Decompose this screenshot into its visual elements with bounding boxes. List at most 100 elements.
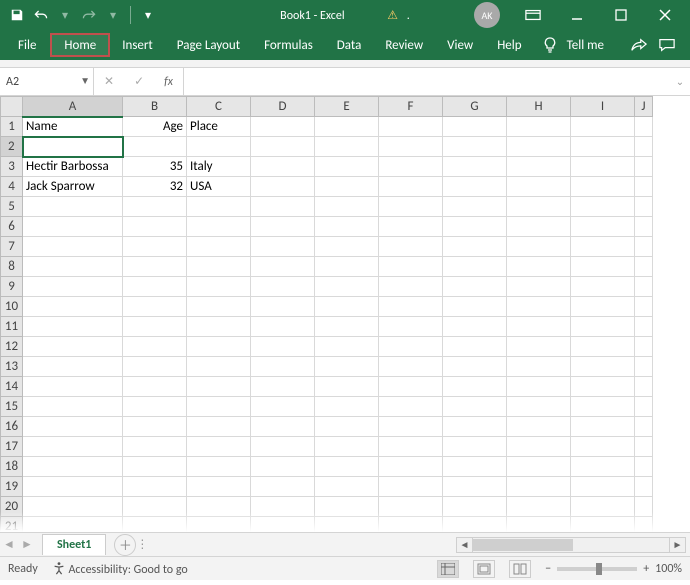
cell[interactable]	[251, 197, 315, 217]
cell[interactable]	[23, 237, 123, 257]
cell[interactable]	[635, 457, 653, 477]
user-avatar[interactable]: AK	[474, 2, 500, 28]
cell[interactable]	[123, 317, 187, 337]
cell[interactable]	[571, 517, 635, 533]
cell[interactable]	[443, 437, 507, 457]
cell[interactable]	[379, 377, 443, 397]
row-header[interactable]: 3	[1, 157, 23, 177]
cell[interactable]	[571, 237, 635, 257]
view-page-break-icon[interactable]	[509, 560, 531, 578]
undo-icon[interactable]	[30, 4, 52, 26]
cell[interactable]	[187, 457, 251, 477]
cell[interactable]	[507, 157, 571, 177]
row-header[interactable]: 16	[1, 417, 23, 437]
cell[interactable]	[379, 397, 443, 417]
cell[interactable]	[187, 417, 251, 437]
cell[interactable]	[635, 257, 653, 277]
row-header[interactable]: 18	[1, 457, 23, 477]
cell[interactable]	[507, 377, 571, 397]
cell[interactable]	[251, 237, 315, 257]
tab-insert[interactable]: Insert	[110, 33, 165, 57]
cell[interactable]	[23, 377, 123, 397]
cell[interactable]	[443, 277, 507, 297]
redo-dropdown-icon[interactable]: ▾	[102, 4, 124, 26]
cell[interactable]	[123, 257, 187, 277]
hscroll-right-icon[interactable]: ►	[669, 538, 685, 552]
cell[interactable]	[635, 237, 653, 257]
column-header[interactable]: B	[123, 97, 187, 117]
cell[interactable]	[379, 297, 443, 317]
minimize-icon[interactable]	[556, 0, 598, 30]
zoom-out-button[interactable]: −	[545, 562, 551, 576]
cell[interactable]	[23, 297, 123, 317]
cell[interactable]	[187, 337, 251, 357]
cell[interactable]	[507, 457, 571, 477]
cell[interactable]	[315, 417, 379, 437]
cell[interactable]	[507, 497, 571, 517]
redo-icon[interactable]	[78, 4, 100, 26]
cell[interactable]	[23, 417, 123, 437]
cell[interactable]	[507, 177, 571, 197]
column-header[interactable]: D	[251, 97, 315, 117]
cell[interactable]	[251, 457, 315, 477]
cell[interactable]	[379, 357, 443, 377]
formula-input[interactable]	[184, 68, 670, 95]
cell[interactable]	[23, 257, 123, 277]
cell[interactable]	[443, 137, 507, 157]
cell[interactable]	[443, 317, 507, 337]
cell[interactable]	[571, 117, 635, 137]
save-icon[interactable]	[6, 4, 28, 26]
row-header[interactable]: 14	[1, 377, 23, 397]
cell[interactable]	[507, 297, 571, 317]
cell[interactable]	[23, 517, 123, 533]
view-page-layout-icon[interactable]	[473, 560, 495, 578]
cell[interactable]	[187, 377, 251, 397]
cell[interactable]	[123, 457, 187, 477]
qat-customize-icon[interactable]: ▾	[137, 4, 159, 26]
cell[interactable]	[379, 517, 443, 533]
cell[interactable]	[571, 197, 635, 217]
cell[interactable]	[23, 277, 123, 297]
cell[interactable]	[251, 217, 315, 237]
tab-formulas[interactable]: Formulas	[252, 33, 325, 57]
cell[interactable]	[443, 117, 507, 137]
cell[interactable]	[379, 477, 443, 497]
accessibility-status[interactable]: Accessibility: Good to go	[52, 561, 188, 577]
share-icon[interactable]	[628, 34, 650, 56]
cell[interactable]	[443, 217, 507, 237]
cell[interactable]	[187, 257, 251, 277]
cell[interactable]	[379, 237, 443, 257]
cell[interactable]	[443, 257, 507, 277]
cell[interactable]	[635, 497, 653, 517]
undo-dropdown-icon[interactable]: ▾	[54, 4, 76, 26]
cell[interactable]	[507, 317, 571, 337]
cell[interactable]	[187, 137, 251, 157]
row-header[interactable]: 19	[1, 477, 23, 497]
row-header[interactable]: 17	[1, 437, 23, 457]
sheet-nav-next-icon[interactable]: ►	[18, 537, 36, 552]
tab-data[interactable]: Data	[325, 33, 374, 57]
cell[interactable]: 32	[123, 177, 187, 197]
cell[interactable]	[507, 357, 571, 377]
view-normal-icon[interactable]	[437, 560, 459, 578]
cell[interactable]	[315, 357, 379, 377]
cell[interactable]	[251, 137, 315, 157]
cell[interactable]	[635, 317, 653, 337]
cell[interactable]	[507, 477, 571, 497]
cell[interactable]	[315, 317, 379, 337]
sheet-tab-active[interactable]: Sheet1	[42, 534, 106, 555]
cell[interactable]	[123, 197, 187, 217]
cell[interactable]	[251, 277, 315, 297]
cell[interactable]	[187, 497, 251, 517]
cell[interactable]	[23, 357, 123, 377]
cell[interactable]	[251, 257, 315, 277]
cell[interactable]	[23, 477, 123, 497]
cell[interactable]	[507, 337, 571, 357]
cell[interactable]	[23, 337, 123, 357]
cell[interactable]: Hectir Barbossa	[23, 157, 123, 177]
close-icon[interactable]	[644, 0, 686, 30]
cell[interactable]	[123, 217, 187, 237]
cell[interactable]	[443, 297, 507, 317]
cell[interactable]	[123, 357, 187, 377]
cell[interactable]	[251, 117, 315, 137]
